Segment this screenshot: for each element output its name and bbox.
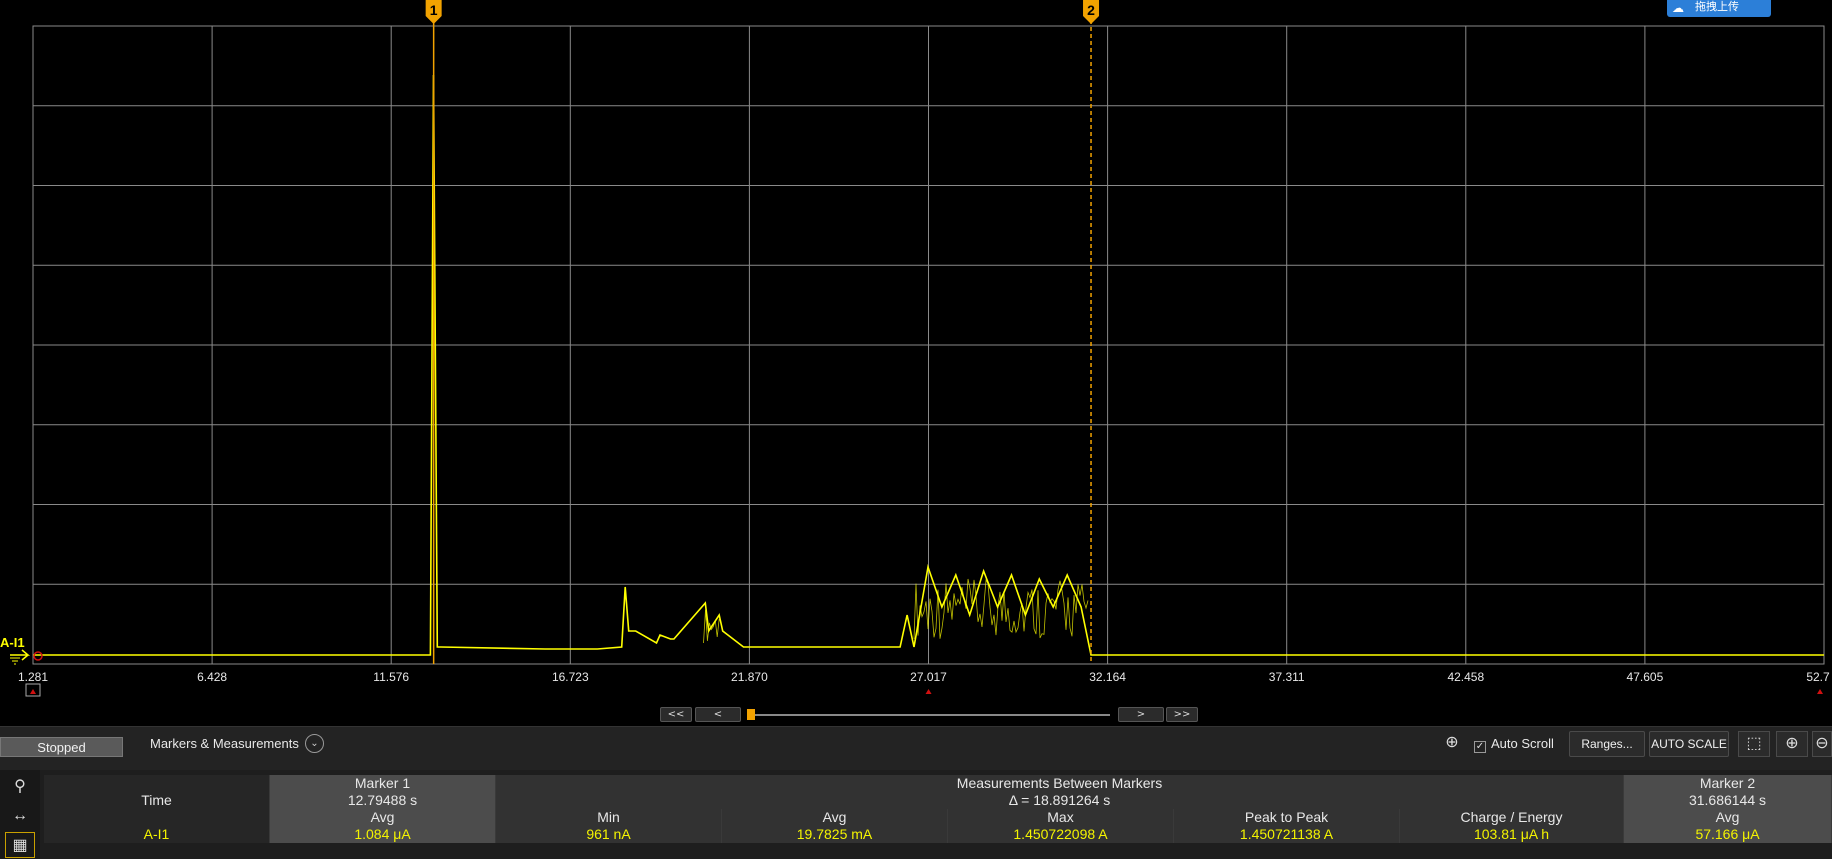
- crosshair-icon[interactable]: ⊕: [1441, 731, 1463, 757]
- charge-energy-value: 103.81 μA h: [1400, 826, 1624, 843]
- marker1-avg-header: Avg: [270, 809, 496, 826]
- x-tick-label: 1.281: [18, 670, 48, 684]
- auto-scroll-checkbox[interactable]: ✓: [1474, 741, 1486, 753]
- x-tick-label: 16.723: [552, 670, 589, 684]
- max-value: 1.450722098 A: [948, 826, 1174, 843]
- avg-header: Avg: [722, 809, 948, 826]
- cloud-icon: ☁: [1672, 1, 1684, 15]
- marker2-time: 31.686144 s: [1624, 792, 1832, 809]
- waveform-chart[interactable]: 1.281 6.428 11.576 16.723 21.870 27.017 32.164…: [0, 0, 1832, 721]
- marker1-header: Marker 1: [270, 775, 496, 792]
- column-blank: [44, 809, 270, 826]
- x-tick-label: 32.164: [1089, 670, 1126, 684]
- min-value: 961 nA: [496, 826, 722, 843]
- max-header: Max: [948, 809, 1174, 826]
- scroll-next-button[interactable]: >: [1118, 707, 1164, 722]
- peak-to-peak-header: Peak to Peak: [1174, 809, 1400, 826]
- charge-energy-header: Charge / Energy: [1400, 809, 1624, 826]
- x-tick-label: 6.428: [197, 670, 227, 684]
- horizontal-measure-icon[interactable]: ↔: [5, 803, 35, 829]
- channel-row: A-I1 1.084 μA 961 nA 19.7825 mA 1.450722…: [44, 826, 1832, 843]
- time-row: Time 12.79488 s Δ = 18.891264 s 31.68614…: [44, 792, 1832, 809]
- probe-icon[interactable]: ⚲: [5, 774, 35, 800]
- chevron-down-icon[interactable]: ⌄: [305, 734, 324, 753]
- auto-scroll-toggle[interactable]: ✓ Auto Scroll: [1474, 736, 1554, 753]
- table-icon[interactable]: ▦: [5, 832, 35, 858]
- between-markers-header: Measurements Between Markers: [496, 775, 1624, 792]
- side-toolbar: ⚲ ↔ ▦: [0, 770, 40, 859]
- measurements-header-row: Marker 1 Measurements Between Markers Ma…: [44, 775, 1832, 792]
- marker1-avg-value: 1.084 μA: [270, 826, 496, 843]
- x-tick-label: 11.576: [373, 670, 409, 684]
- upload-button-label: 拖拽上传: [1695, 1, 1739, 13]
- right-trigger-icon: [1817, 689, 1823, 694]
- scroll-last-button[interactable]: >>: [1166, 707, 1198, 722]
- zoom-out-icon[interactable]: ⊖: [1812, 731, 1832, 757]
- avg-value: 19.7825 mA: [722, 826, 948, 843]
- auto-scale-button[interactable]: AUTO SCALE: [1649, 731, 1729, 757]
- scroll-first-button[interactable]: <<: [660, 707, 692, 722]
- channel-label: A-I1: [44, 826, 270, 843]
- center-trigger-icon: [925, 689, 932, 694]
- zoom-box-icon[interactable]: ⬚: [1738, 731, 1770, 757]
- ranges-button[interactable]: Ranges...: [1569, 731, 1645, 757]
- marker2-header: Marker 2: [1624, 775, 1832, 792]
- time-label: Time: [44, 792, 270, 809]
- x-tick-label: 21.870: [731, 670, 768, 684]
- scroll-thumb[interactable]: [747, 709, 755, 721]
- marker-2-label: 2: [1087, 2, 1095, 18]
- left-trigger-icon: [30, 689, 36, 694]
- zoom-in-icon[interactable]: ⊕: [1776, 731, 1808, 757]
- x-tick-label: 47.605: [1627, 670, 1664, 684]
- marker-1-label: 1: [430, 2, 438, 18]
- channel-label: A-I1: [0, 635, 25, 650]
- markers-measurements-label: Markers & Measurements: [150, 736, 299, 751]
- x-tick-label: 42.458: [1447, 670, 1484, 684]
- x-tick-label: 27.017: [910, 670, 947, 684]
- scroll-prev-button[interactable]: <: [695, 707, 741, 722]
- min-header: Min: [496, 809, 722, 826]
- bottom-panel: Stopped Markers & Measurements ⌄ ⊕ ✓ Auto…: [0, 726, 1832, 859]
- upload-button[interactable]: ☁ 拖拽上传: [1667, 0, 1771, 17]
- peak-to-peak-value: 1.450721138 A: [1174, 826, 1400, 843]
- marker1-time: 12.79488 s: [270, 792, 496, 809]
- scope-display: 1.281 6.428 11.576 16.723 21.870 27.017 32.164…: [0, 0, 1832, 722]
- marker2-avg-header: Avg: [1624, 809, 1832, 826]
- x-tick-label: 52.7: [1806, 670, 1830, 684]
- auto-scroll-label: Auto Scroll: [1491, 736, 1554, 751]
- x-tick-label: 37.311: [1269, 670, 1305, 684]
- marker2-avg-value: 57.166 μA: [1624, 826, 1832, 843]
- column-header-row: Avg Min Avg Max Peak to Peak Charge / En…: [44, 809, 1832, 826]
- status-strip: Stopped Markers & Measurements ⌄ ⊕ ✓ Auto…: [0, 726, 1832, 770]
- ground-icon: [10, 657, 20, 665]
- header-blank: [44, 775, 270, 792]
- acquisition-status: Stopped: [0, 737, 123, 757]
- delta-time: Δ = 18.891264 s: [496, 792, 1624, 809]
